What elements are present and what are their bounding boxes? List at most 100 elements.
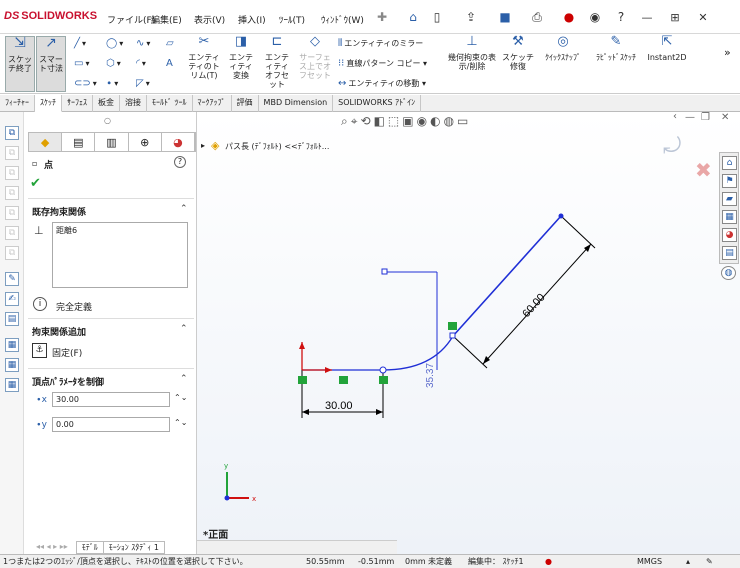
help-icon[interactable]: ? (174, 156, 186, 168)
solidworks-logo[interactable]: DS SOLIDWORKS (4, 10, 97, 22)
tab-motion-study[interactable]: ﾓｰｼｮﾝ ｽﾀﾃﾞｨ 1 (103, 541, 165, 554)
collapse-chevron-icon[interactable]: ⌃ (180, 374, 188, 384)
tab-sheet-metal[interactable]: 板金 (93, 95, 120, 112)
display-manager-tab-icon[interactable]: ◕ (162, 133, 196, 151)
rectangle-tool[interactable]: ▭ ▾ (74, 58, 89, 69)
sketch-line-angled[interactable] (452, 215, 562, 337)
menu-insert[interactable]: 挿入(I) (238, 13, 266, 26)
trim-button[interactable]: ✂ エンティティのトリム(T) (185, 35, 223, 80)
coincident-relation-icon[interactable] (298, 376, 307, 384)
collapse-chevron-icon[interactable]: ⌃ (180, 204, 188, 214)
close-icon[interactable]: ✕ (692, 8, 714, 26)
relations-list[interactable]: 距離6 (52, 222, 188, 288)
repair-sketch-button[interactable]: ⚒ スケッチ修復 (500, 35, 536, 71)
sketch-tool-icon[interactable]: ▦ (5, 358, 19, 372)
x-coordinate-field[interactable]: 30.00 (52, 392, 170, 407)
solidworks-forum-icon[interactable]: ◍ (721, 266, 736, 280)
quick-tips-icon[interactable]: ✎ (706, 555, 713, 568)
tab-mbd-dimension[interactable]: MBD Dimension (259, 95, 334, 112)
file-explorer-icon[interactable]: ▰ (722, 192, 737, 206)
feature-manager-tab-icon[interactable]: ◆ (29, 133, 63, 151)
sketch-endpoint[interactable] (381, 268, 388, 275)
save-icon[interactable]: ■ (496, 8, 514, 26)
print-icon[interactable]: ⎙ (528, 8, 546, 26)
tangent-relation-icon[interactable] (379, 376, 388, 384)
sketch-endpoint[interactable] (558, 213, 564, 219)
surface-offset-button[interactable]: ◇ サーフェス上でオフセット (298, 35, 332, 80)
sketch-arc[interactable] (382, 335, 454, 371)
sketch-entity-icon[interactable]: ⧉ (5, 246, 19, 260)
linear-pattern-button[interactable]: ⁝⁝ 直線パターン コピー ▾ (338, 58, 427, 69)
minimize-icon[interactable]: — (636, 8, 658, 26)
units-chevron-icon[interactable]: ▴ (686, 555, 690, 568)
offset-button[interactable]: ⊏ エンティティオフセット (262, 35, 292, 89)
polygon-tool[interactable]: ⬡ ▾ (106, 58, 121, 69)
design-library-icon[interactable]: ▦ (722, 210, 737, 224)
dimension-60-label[interactable]: 60.00 (520, 292, 547, 320)
sketch-exit-button[interactable]: ⇲ スケッチ終了 (5, 36, 35, 92)
tab-features[interactable]: ﾌｨｰﾁｬｰ (0, 95, 35, 112)
tab-scroll-icon[interactable]: ◂◂ ◂ ▸ ▸▸ (36, 541, 68, 554)
ribbon-expand-icon[interactable]: » (724, 46, 731, 59)
tangent-relation-icon[interactable] (448, 322, 457, 330)
sketch-tool-icon[interactable]: ▦ (5, 378, 19, 392)
relation-item[interactable]: 距離6 (56, 226, 77, 235)
sketch-entity-icon[interactable]: ⧉ (5, 186, 19, 200)
tile-icon[interactable]: ⊞ (664, 8, 686, 26)
sketch-entity-icon[interactable]: ⧉ (5, 166, 19, 180)
sketch-endpoint[interactable] (449, 332, 456, 339)
tab-markup[interactable]: ﾏｰｸｱｯﾌﾟ (193, 95, 232, 112)
sketch-canvas[interactable]: 30.00 35.37 60.00 y x (197, 112, 717, 554)
pin-icon[interactable]: ✚ (373, 8, 391, 26)
rebuild-status-icon[interactable]: ● (545, 555, 552, 568)
spline-tool[interactable]: ∿ ▾ (136, 38, 150, 49)
rebuild-icon[interactable]: ● (560, 8, 578, 26)
display-delete-relations-button[interactable]: ⊥ 幾何拘束の表示/削除 (448, 35, 496, 71)
open-icon[interactable]: ⇪ (462, 8, 480, 26)
plane-tool[interactable]: ▱ (166, 38, 176, 49)
new-document-icon[interactable]: ▯ (428, 8, 446, 26)
sketch-tool-icon[interactable]: ▦ (5, 338, 19, 352)
circle-tool[interactable]: ◯ ▾ (106, 38, 123, 49)
menu-view[interactable]: 表示(V) (194, 13, 225, 26)
slot-tool[interactable]: ⊂⊃ ▾ (74, 78, 97, 89)
fix-relation-icon[interactable]: ⚓ (32, 343, 47, 358)
y-coordinate-field[interactable]: 0.00 (52, 417, 170, 432)
appearances-icon[interactable]: ◕ (722, 228, 737, 242)
line-tool[interactable]: ╱ ▾ (74, 38, 86, 49)
menu-edit[interactable]: 編集(E) (151, 13, 182, 26)
fillet-tool[interactable]: ◜ ▾ (136, 58, 146, 69)
sketch-tool-icon[interactable]: ▤ (5, 312, 19, 326)
custom-properties-icon[interactable]: ▤ (722, 246, 737, 260)
tab-evaluate[interactable]: 評価 (232, 95, 259, 112)
property-manager-tab-icon[interactable]: ▤ (62, 133, 96, 151)
dimension-30-label[interactable]: 30.00 (325, 400, 353, 412)
sketch-entity-icon[interactable]: ⧉ (5, 146, 19, 160)
sketch-entity-icon[interactable]: ⧉ (5, 226, 19, 240)
sketch-tool-icon[interactable]: ✎ (5, 272, 19, 286)
tab-solidworks-addins[interactable]: SOLIDWORKS ｱﾄﾞｲﾝ (333, 95, 422, 112)
configuration-manager-tab-icon[interactable]: ▥ (95, 133, 129, 151)
mirror-button[interactable]: ⫴ エンティティのミラー (338, 38, 423, 49)
menu-file[interactable]: ファイル(F) (107, 13, 155, 26)
help-icon[interactable]: ? (612, 8, 630, 26)
dimxpert-tab-icon[interactable]: ⊕ (129, 133, 162, 151)
tab-model[interactable]: ﾓﾃﾞﾙ (75, 541, 104, 554)
resources-icon[interactable]: ⚑ (722, 174, 737, 188)
panel-grip-icon[interactable]: ○ (104, 116, 111, 125)
rapid-sketch-button[interactable]: ✎ ﾗﾋﾟｯﾄﾞｽｹｯﾁ (592, 35, 640, 62)
tab-surface[interactable]: ｻｰﾌｪｽ (62, 95, 93, 112)
horizontal-relation-icon[interactable] (339, 376, 348, 384)
tab-weldments[interactable]: 溶接 (120, 95, 147, 112)
window-close-icon[interactable]: ✕ (721, 112, 729, 123)
collapse-chevron-icon[interactable]: ⌃ (180, 324, 188, 334)
sketch-tool-icon[interactable]: ✍ (5, 292, 19, 306)
text-tool[interactable]: A (166, 58, 175, 69)
menu-window[interactable]: ｳｨﾝﾄﾞｳ(W) (321, 13, 364, 26)
ok-checkmark-icon[interactable]: ✔ (30, 176, 41, 191)
smart-dimension-button[interactable]: ↗ スマート寸法 (36, 36, 66, 92)
home-icon[interactable]: ⌂ (722, 156, 737, 170)
sketch-endpoint[interactable] (379, 366, 387, 374)
chamfer-tool[interactable]: ◸ ▾ (136, 78, 150, 89)
home-icon[interactable]: ⌂ (404, 8, 422, 26)
